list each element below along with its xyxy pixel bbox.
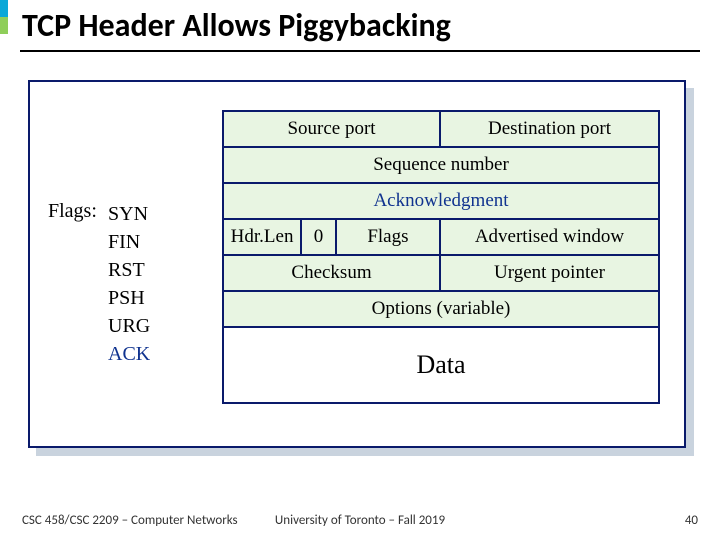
flag-ack: ACK [108, 340, 150, 368]
row-checksum: Checksum Urgent pointer [222, 254, 660, 290]
cell-data: Data [416, 350, 465, 380]
cell-urgent-pointer: Urgent pointer [441, 256, 658, 290]
cell-flags: Flags [337, 220, 441, 254]
diagram-panel: Flags: SYN FIN RST PSH URG ACK Source po… [28, 80, 686, 448]
cell-acknowledgment: Acknowledgment [224, 184, 658, 218]
title-underline [20, 50, 700, 52]
cell-sequence-number: Sequence number [224, 148, 658, 182]
cell-checksum: Checksum [224, 256, 441, 290]
cell-reserved-zero: 0 [302, 220, 337, 254]
cell-hdrlen: Hdr.Len [224, 220, 302, 254]
slide-title: TCP Header Allows Piggybacking [22, 6, 451, 45]
flags-list: SYN FIN RST PSH URG ACK [108, 200, 150, 368]
cell-source-port: Source port [224, 112, 441, 146]
flag-urg: URG [108, 312, 150, 340]
flag-syn: SYN [108, 200, 150, 228]
cell-adv-window: Advertised window [441, 220, 658, 254]
row-ports: Source port Destination port [222, 110, 660, 146]
flags-label: Flags: [48, 200, 97, 223]
flag-rst: RST [108, 256, 150, 284]
row-data: Data [222, 328, 660, 404]
flag-fin: FIN [108, 228, 150, 256]
flag-psh: PSH [108, 284, 150, 312]
row-options: Options (variable) [222, 290, 660, 328]
footer-org: University of Toronto – Fall 2019 [0, 513, 720, 528]
tcp-header-table: Source port Destination port Sequence nu… [222, 110, 660, 404]
row-ack: Acknowledgment [222, 182, 660, 218]
accent-bar [0, 0, 8, 34]
footer-page-number: 40 [685, 513, 698, 528]
cell-dest-port: Destination port [441, 112, 658, 146]
cell-options: Options (variable) [224, 292, 658, 326]
row-flags: Hdr.Len 0 Flags Advertised window [222, 218, 660, 254]
row-seq: Sequence number [222, 146, 660, 182]
